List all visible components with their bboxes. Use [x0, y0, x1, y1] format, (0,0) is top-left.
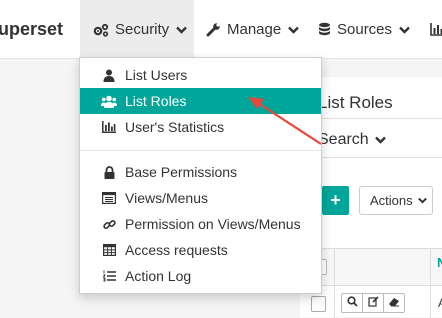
- menu-item-label: List Users: [125, 67, 187, 83]
- menu-item-list-users[interactable]: List Users: [80, 62, 321, 88]
- lock-icon: [101, 164, 117, 180]
- menu-item-access-requests[interactable]: Access requests: [80, 237, 321, 263]
- column-divider: [334, 248, 335, 318]
- nav-security-menu[interactable]: Security: [80, 0, 194, 59]
- chevron-down-icon: [399, 26, 410, 34]
- nav-sources-menu[interactable]: Sources: [318, 0, 410, 59]
- group-icon: [101, 93, 117, 109]
- nav-sources-label: Sources: [337, 21, 392, 38]
- menu-item-label: Permission on Views/Menus: [125, 216, 301, 232]
- column-header-name[interactable]: N: [437, 255, 442, 270]
- nav-charts-menu[interactable]: [430, 0, 442, 59]
- show-record-button[interactable]: [341, 293, 363, 313]
- edit-icon: [368, 294, 379, 312]
- search-dropdown-button[interactable]: Search: [318, 131, 386, 149]
- list-alt-icon: [101, 190, 117, 206]
- chevron-down-icon: [176, 26, 187, 34]
- chevron-down-icon: [375, 136, 386, 144]
- menu-item-label: Views/Menus: [125, 190, 208, 206]
- edit-record-button[interactable]: [362, 293, 384, 313]
- add-record-button[interactable]: +: [322, 186, 349, 215]
- menu-item-label: List Roles: [125, 93, 186, 109]
- user-icon: [101, 67, 117, 83]
- actions-label: Actions: [370, 193, 413, 208]
- brand-logo-text[interactable]: uperset: [0, 19, 63, 40]
- database-icon: [318, 22, 331, 37]
- menu-item-label: Access requests: [125, 242, 228, 258]
- table-icon: [101, 242, 117, 258]
- delete-record-button[interactable]: [383, 293, 405, 313]
- menu-item-views-menus[interactable]: Views/Menus: [80, 185, 321, 211]
- row-cell-name: A: [438, 296, 442, 310]
- column-divider: [430, 248, 431, 318]
- menu-item-permission-on-views-menus[interactable]: Permission on Views/Menus: [80, 211, 321, 237]
- search-icon: [347, 294, 358, 312]
- menu-item-label: Action Log: [125, 268, 191, 284]
- security-dropdown-menu: List Users List Roles User's Statistics …: [79, 57, 322, 294]
- chevron-down-icon: [288, 26, 299, 34]
- gears-icon: [93, 23, 109, 37]
- nav-security-label: Security: [115, 21, 169, 38]
- link-icon: [101, 216, 117, 232]
- list-ol-icon: [101, 268, 117, 284]
- top-navbar: uperset Security Manage: [0, 0, 442, 59]
- menu-item-base-permissions[interactable]: Base Permissions: [80, 159, 321, 185]
- search-label: Search: [318, 131, 369, 149]
- eraser-icon: [388, 294, 400, 312]
- nav-manage-label: Manage: [227, 21, 281, 38]
- row-action-buttons: [341, 293, 404, 313]
- menu-item-list-roles[interactable]: List Roles: [80, 88, 321, 114]
- bar-chart-icon: [430, 23, 442, 36]
- menu-divider: [80, 150, 321, 151]
- page-title: List Roles: [318, 93, 393, 113]
- menu-item-label: Base Permissions: [125, 164, 237, 180]
- menu-item-action-log[interactable]: Action Log: [80, 263, 321, 289]
- menu-item-users-statistics[interactable]: User's Statistics: [80, 114, 321, 140]
- plus-icon: +: [330, 190, 341, 211]
- chevron-down-icon: [418, 197, 427, 204]
- bar-chart-icon: [101, 119, 117, 135]
- nav-manage-menu[interactable]: Manage: [206, 0, 299, 59]
- wrench-icon: [206, 22, 221, 37]
- menu-item-label: User's Statistics: [125, 119, 224, 135]
- row-checkbox[interactable]: [311, 296, 326, 312]
- actions-dropdown-button[interactable]: Actions: [359, 186, 433, 215]
